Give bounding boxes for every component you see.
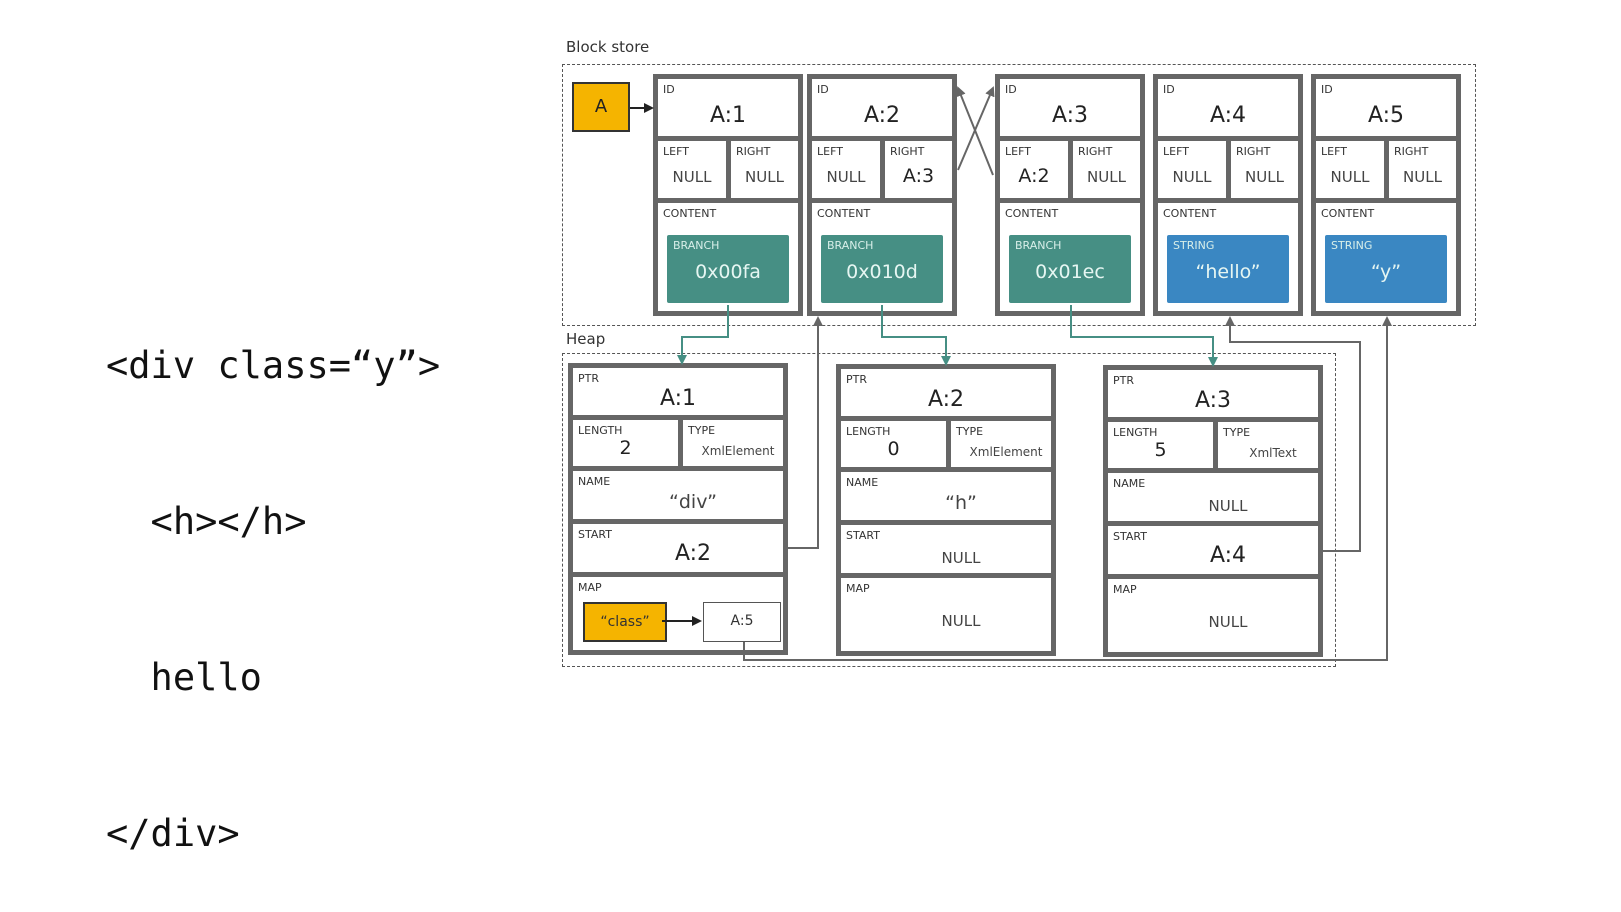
map-a5-to-block-a5 <box>743 316 1392 661</box>
code-line: </div> <box>106 812 240 855</box>
branch-a1-to-heap-a1 <box>677 305 729 365</box>
branch-a2-to-heap-a2 <box>881 305 951 366</box>
heap-a3-start-to-a4 <box>1225 316 1361 552</box>
heap-a1-start-to-a2 <box>788 316 823 549</box>
connector-layer <box>630 86 1392 661</box>
branch-a3-to-heap-a3 <box>1070 305 1218 367</box>
